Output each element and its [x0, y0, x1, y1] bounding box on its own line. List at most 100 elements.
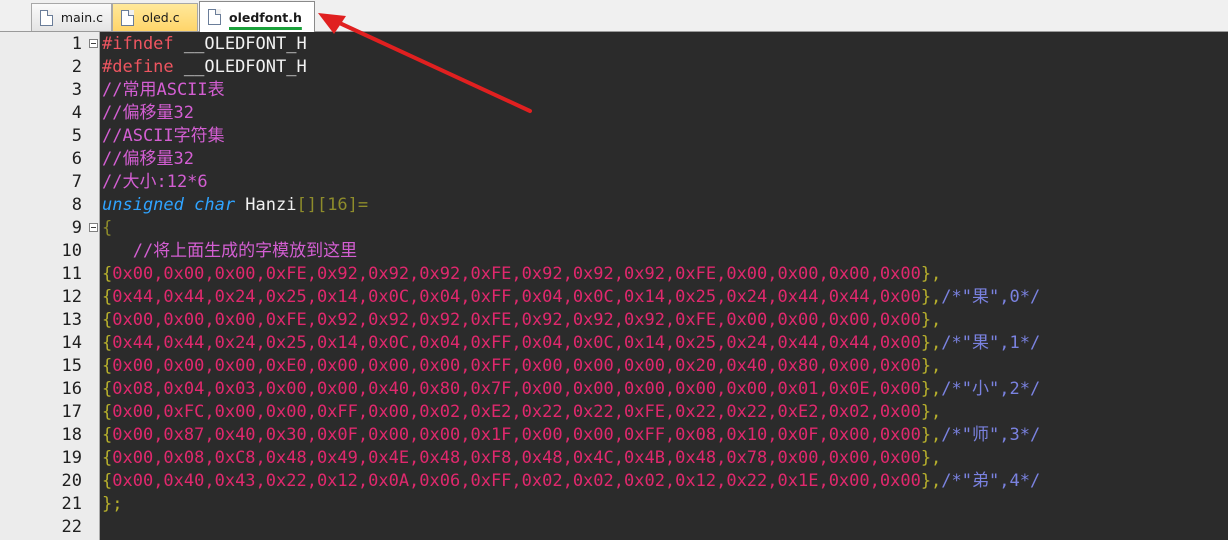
code-token: {	[102, 218, 113, 238]
code-token: 0x00,0x40,0x43,0x22,0x12,0x0A,0x06,0xFF,…	[112, 471, 921, 491]
code-token: };	[102, 494, 123, 514]
code-line[interactable]: 7 //大小:12*6	[0, 171, 1228, 194]
code-token: 0x00,0x00,0x00,0xFE,0x92,0x92,0x92,0xFE,…	[112, 310, 921, 330]
code-text: //将上面生成的字模放到这里	[102, 240, 357, 263]
code-text: {0x00,0x08,0xC8,0x48,0x49,0x4E,0x48,0xF8…	[102, 447, 941, 470]
code-text: //常用ASCII表	[102, 79, 225, 102]
code-line[interactable]: 20 {0x00,0x40,0x43,0x22,0x12,0x0A,0x06,0x…	[0, 470, 1228, 493]
code-line[interactable]: 11 {0x00,0x00,0x00,0xFE,0x92,0x92,0x92,0x…	[0, 263, 1228, 286]
line-number: 19	[61, 448, 82, 468]
code-text: //大小:12*6	[102, 171, 208, 194]
code-line[interactable]: 15 {0x00,0x00,0x00,0xE0,0x00,0x00,0x00,0x…	[0, 355, 1228, 378]
tab-label: oled.c	[142, 10, 180, 25]
code-token: 0x44,0x44,0x24,0x25,0x14,0x0C,0x04,0xFF,…	[112, 333, 921, 353]
code-token: //大小:12*6	[102, 172, 208, 192]
code-token: },	[920, 310, 942, 330]
code-line[interactable]: 17 {0x00,0xFC,0x00,0x00,0xFF,0x00,0x02,0x…	[0, 401, 1228, 424]
file-icon	[208, 9, 221, 25]
code-line[interactable]: 6 //偏移量32	[0, 148, 1228, 171]
code-line[interactable]: 3 //常用ASCII表	[0, 79, 1228, 102]
code-token: {	[102, 333, 113, 353]
line-number: 5	[71, 126, 82, 146]
code-line[interactable]: 12 {0x44,0x44,0x24,0x25,0x14,0x0C,0x04,0x…	[0, 286, 1228, 309]
code-token: 0x44,0x44,0x24,0x25,0x14,0x0C,0x04,0xFF,…	[112, 287, 921, 307]
code-line[interactable]: 19 {0x00,0x08,0xC8,0x48,0x49,0x4E,0x48,0x…	[0, 447, 1228, 470]
tab-oled-c[interactable]: oled.c	[112, 3, 198, 31]
line-number: 10	[61, 241, 82, 261]
line-number: 13	[61, 310, 82, 330]
code-line[interactable]: 2 #define __OLEDFONT_H	[0, 56, 1228, 79]
code-text: //偏移量32	[102, 148, 194, 171]
code-token: /*"弟",4*/	[941, 471, 1041, 491]
code-line[interactable]: 18 {0x00,0x87,0x40,0x30,0x0F,0x00,0x00,0x…	[0, 424, 1228, 447]
code-token: {	[102, 448, 113, 468]
line-number: 20	[61, 471, 82, 491]
code-token: /*"果",0*/	[941, 287, 1041, 307]
code-token: {	[102, 425, 113, 445]
line-number: 1	[71, 34, 82, 54]
code-token: 0x08,0x04,0x03,0x00,0x00,0x40,0x80,0x7F,…	[112, 379, 921, 399]
fold-toggle-icon[interactable]	[89, 223, 98, 232]
code-token: /*"果",1*/	[941, 333, 1041, 353]
code-line[interactable]: 8 unsigned char Hanzi[][16]=	[0, 194, 1228, 217]
code-token: __OLEDFONT_H	[183, 34, 307, 54]
tab-oledfont-h[interactable]: oledfont.h	[199, 1, 315, 32]
line-number: 3	[71, 80, 82, 100]
code-text: {0x08,0x04,0x03,0x00,0x00,0x40,0x80,0x7F…	[102, 378, 1040, 401]
code-line[interactable]: 14 {0x44,0x44,0x24,0x25,0x14,0x0C,0x04,0x…	[0, 332, 1228, 355]
code-token: /*"师",3*/	[941, 425, 1041, 445]
code-line[interactable]: 13 {0x00,0x00,0x00,0xFE,0x92,0x92,0x92,0x…	[0, 309, 1228, 332]
code-token: #define	[102, 57, 184, 77]
line-number: 22	[61, 517, 82, 537]
code-text: #ifndef __OLEDFONT_H	[102, 33, 307, 56]
line-number: 12	[61, 287, 82, 307]
code-token: },	[920, 264, 942, 284]
code-text: {0x00,0xFC,0x00,0x00,0xFF,0x00,0x02,0xE2…	[102, 401, 941, 424]
code-token: {	[102, 402, 113, 422]
code-line[interactable]: 5 //ASCII字符集	[0, 125, 1228, 148]
code-token: 0x00,0x08,0xC8,0x48,0x49,0x4E,0x48,0xF8,…	[112, 448, 921, 468]
code-token: //ASCII字符集	[102, 126, 225, 146]
code-token: },	[920, 379, 942, 399]
code-token: },	[920, 333, 942, 353]
code-token: 0x00,0xFC,0x00,0x00,0xFF,0x00,0x02,0xE2,…	[112, 402, 921, 422]
code-token: {	[102, 310, 113, 330]
code-token: 0x00,0x00,0x00,0xE0,0x00,0x00,0x00,0xFF,…	[112, 356, 921, 376]
code-line[interactable]: 22	[0, 516, 1228, 539]
code-text: {0x00,0x00,0x00,0xFE,0x92,0x92,0x92,0xFE…	[102, 309, 941, 332]
code-text: {0x00,0x00,0x00,0xFE,0x92,0x92,0x92,0xFE…	[102, 263, 941, 286]
code-text: unsigned char Hanzi[][16]=	[102, 194, 368, 217]
line-number: 7	[71, 172, 82, 192]
code-token: },	[920, 425, 942, 445]
code-token: 0x00,0x87,0x40,0x30,0x0F,0x00,0x00,0x1F,…	[112, 425, 921, 445]
code-token: //偏移量32	[102, 103, 194, 123]
code-token: },	[920, 287, 942, 307]
code-line[interactable]: 1 #ifndef __OLEDFONT_H	[0, 33, 1228, 56]
code-text: {	[102, 217, 112, 240]
code-text: {0x44,0x44,0x24,0x25,0x14,0x0C,0x04,0xFF…	[102, 332, 1040, 355]
code-token: [][16]=	[296, 195, 369, 215]
code-token: },	[920, 448, 942, 468]
file-icon	[40, 9, 53, 26]
code-token: //偏移量32	[102, 149, 194, 169]
tab-label: oledfont.h	[229, 9, 302, 25]
code-token: {	[102, 379, 113, 399]
code-text: //偏移量32	[102, 102, 194, 125]
fold-toggle-icon[interactable]	[89, 39, 98, 48]
code-text: };	[102, 493, 122, 516]
code-token: //常用ASCII表	[102, 80, 225, 100]
code-token: __OLEDFONT_H	[183, 57, 307, 77]
code-line[interactable]: 16 {0x08,0x04,0x03,0x00,0x00,0x40,0x80,0x…	[0, 378, 1228, 401]
code-token: #ifndef	[102, 34, 184, 54]
code-line[interactable]: 21};	[0, 493, 1228, 516]
code-line[interactable]: 10 //将上面生成的字模放到这里	[0, 240, 1228, 263]
code-line[interactable]: 4 //偏移量32	[0, 102, 1228, 125]
tab-main-c[interactable]: main.c	[31, 3, 112, 31]
code-editor[interactable]: 1 #ifndef __OLEDFONT_H 2 #define __OLEDFONT…	[0, 32, 1228, 540]
file-icon	[121, 9, 134, 26]
line-number: 15	[61, 356, 82, 376]
code-line[interactable]: 9{	[0, 217, 1228, 240]
code-token: },	[920, 356, 942, 376]
code-text: //ASCII字符集	[102, 125, 225, 148]
code-token: },	[920, 402, 942, 422]
